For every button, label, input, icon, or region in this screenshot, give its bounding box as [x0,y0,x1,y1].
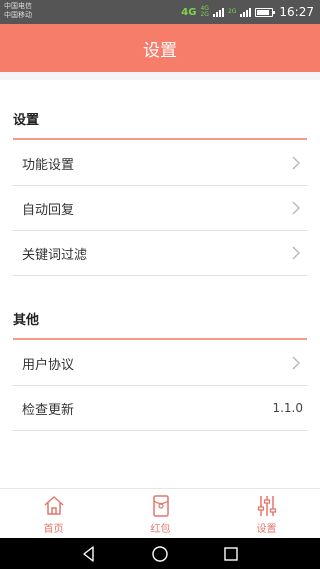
settings-card: 设置 功能设置 自动回复 关键词过滤 其他 用户协议 检查更新 1.1.0 [0,80,320,488]
signal-icon [212,7,224,17]
red-packet-icon [152,494,169,517]
status-bar: 中国电信 中国移动 4G 4G 2G 2G 16:27 [0,0,320,24]
network-4g-label: 4G [181,6,197,18]
section-title-settings: 设置 [13,113,40,128]
settings-item-label: 自动回复 [22,202,75,218]
chevron-right-icon [292,201,300,215]
back-icon[interactable] [79,544,99,564]
settings-item-function[interactable]: 功能设置 [13,141,307,186]
battery-fill [257,9,269,15]
tab-home[interactable]: 首页 [0,489,107,539]
sliders-icon [257,495,276,516]
settings-item-user-agreement[interactable]: 用户协议 [13,341,307,386]
tab-red-packet[interactable]: 红包 [107,489,214,539]
carrier-info: 中国电信 中国移动 [4,2,32,20]
home-icon [44,495,63,515]
title-bar: 设置 [0,24,320,72]
network-2g-sub: 2G [200,11,209,18]
chevron-right-icon [292,356,300,370]
battery-icon [255,7,276,17]
carrier-1: 中国电信 [4,2,32,10]
network-2g-label: 2G [227,8,237,15]
settings-item-label: 功能设置 [22,157,75,173]
version-value: 1.1.0 [272,401,303,415]
section-divider-other [13,338,307,340]
settings-item-label: 检查更新 [22,402,75,418]
settings-item-check-update[interactable]: 检查更新 1.1.0 [13,386,307,431]
settings-item-label: 关键词过滤 [22,247,88,263]
settings-item-keyword-filter[interactable]: 关键词过滤 [13,231,307,276]
section-title-other: 其他 [13,313,40,328]
tab-label: 红包 [150,523,171,535]
page-title: 设置 [143,40,177,61]
network-sub-labels: 4G 2G [200,6,208,18]
tab-label: 首页 [43,523,64,535]
home-nav-icon[interactable] [150,544,170,564]
signal-icon-2 [240,7,252,17]
tab-label: 设置 [256,523,277,535]
recents-icon[interactable] [221,544,241,564]
settings-content: 设置 功能设置 自动回复 关键词过滤 其他 用户协议 检查更新 1.1.0 [0,72,320,488]
status-time: 16:27 [279,5,314,19]
chevron-right-icon [292,246,300,260]
status-indicators: 4G 4G 2G 2G 16:27 [181,0,314,24]
section-divider-settings [13,138,307,140]
settings-item-label: 用户协议 [22,357,75,373]
tab-settings[interactable]: 设置 [213,489,320,539]
carrier-2: 中国移动 [4,11,32,19]
bottom-tab-bar: 首页 红包 设置 [0,488,320,538]
system-nav-bar [0,538,320,569]
settings-item-auto-reply[interactable]: 自动回复 [13,186,307,231]
chevron-right-icon [292,156,300,170]
